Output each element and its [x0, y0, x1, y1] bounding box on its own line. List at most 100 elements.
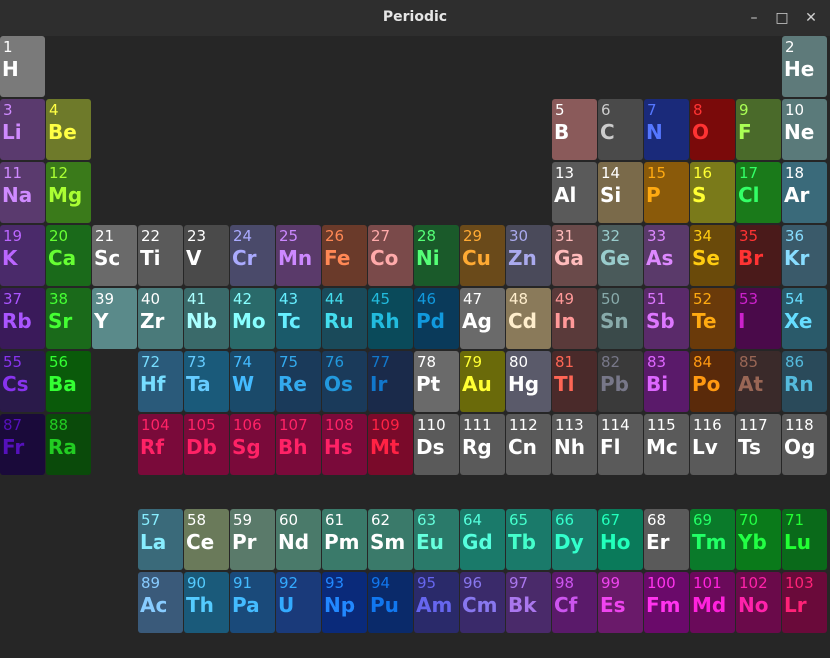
element-tile-at[interactable]: 85 At — [736, 351, 781, 412]
element-tile-h[interactable]: 1H — [0, 36, 45, 97]
element-tile-rf[interactable]: 104 Rf — [138, 414, 183, 475]
element-tile-mt[interactable]: 109 Mt — [368, 414, 413, 475]
element-tile-al[interactable]: 13 Al — [552, 162, 597, 223]
element-tile-zr[interactable]: 40 Zr — [138, 288, 183, 349]
element-tile-hs[interactable]: 108 Hs — [322, 414, 367, 475]
element-tile-am[interactable]: 95 Am — [414, 571, 459, 633]
element-tile-b[interactable]: 5B — [552, 99, 597, 160]
element-tile-ni[interactable]: 28 Ni — [414, 225, 459, 286]
element-tile-cn[interactable]: 112 Cn — [506, 414, 551, 475]
element-tile-xe[interactable]: 54 Xe — [782, 288, 827, 349]
element-tile-cu[interactable]: 29 Cu — [460, 225, 505, 286]
element-tile-ge[interactable]: 32 Ge — [598, 225, 643, 286]
element-tile-hf[interactable]: 72 Hf — [138, 351, 183, 412]
element-tile-no[interactable]: 102 No — [736, 571, 781, 633]
element-tile-te[interactable]: 52 Te — [690, 288, 735, 349]
element-tile-ce[interactable]: 58 Ce — [184, 508, 229, 570]
element-tile-n[interactable]: 7N — [644, 99, 689, 160]
element-tile-sb[interactable]: 51 Sb — [644, 288, 689, 349]
element-tile-co[interactable]: 27 Co — [368, 225, 413, 286]
element-tile-ti[interactable]: 22 Ti — [138, 225, 183, 286]
element-tile-he[interactable]: 2 He — [782, 36, 827, 97]
element-tile-fl[interactable]: 114 Fl — [598, 414, 643, 475]
element-tile-nh[interactable]: 113 Nh — [552, 414, 597, 475]
element-tile-db[interactable]: 105 Db — [184, 414, 229, 475]
maximize-icon[interactable]: □ — [772, 8, 792, 28]
element-tile-pd[interactable]: 46 Pd — [414, 288, 459, 349]
element-tile-pm[interactable]: 61 Pm — [322, 508, 367, 570]
element-tile-fm[interactable]: 100 Fm — [644, 571, 689, 633]
element-tile-as[interactable]: 33 As — [644, 225, 689, 286]
element-tile-li[interactable]: 3 Li — [0, 99, 45, 160]
element-tile-sg[interactable]: 106 Sg — [230, 414, 275, 475]
element-tile-se[interactable]: 34 Se — [690, 225, 735, 286]
element-tile-bi[interactable]: 83 Bi — [644, 351, 689, 412]
element-tile-np[interactable]: 93 Np — [322, 571, 367, 633]
element-tile-mn[interactable]: 25 Mn — [276, 225, 321, 286]
element-tile-ts[interactable]: 117 Ts — [736, 414, 781, 475]
element-tile-i[interactable]: 53 I — [736, 288, 781, 349]
element-tile-k[interactable]: 19 K — [0, 225, 45, 286]
element-tile-fr[interactable]: 87 Fr — [0, 414, 45, 475]
element-tile-la[interactable]: 57 La — [138, 508, 183, 570]
element-tile-lv[interactable]: 116 Lv — [690, 414, 735, 475]
element-tile-yb[interactable]: 70 Yb — [736, 508, 781, 570]
element-tile-gd[interactable]: 64 Gd — [460, 508, 505, 570]
element-tile-po[interactable]: 84 Po — [690, 351, 735, 412]
element-tile-nb[interactable]: 41 Nb — [184, 288, 229, 349]
element-tile-cd[interactable]: 48 Cd — [506, 288, 551, 349]
element-tile-zn[interactable]: 30 Zn — [506, 225, 551, 286]
element-tile-os[interactable]: 76 Os — [322, 351, 367, 412]
element-tile-lr[interactable]: 103 Lr — [782, 571, 827, 633]
element-tile-cf[interactable]: 98 Cf — [552, 571, 597, 633]
element-tile-w[interactable]: 74 W — [230, 351, 275, 412]
element-tile-pr[interactable]: 59 Pr — [230, 508, 275, 570]
minimize-icon[interactable]: – — [744, 8, 764, 28]
element-tile-sc[interactable]: 21 Sc — [92, 225, 137, 286]
element-tile-y[interactable]: 39 Y — [92, 288, 137, 349]
element-tile-tb[interactable]: 65 Tb — [506, 508, 551, 570]
element-tile-tm[interactable]: 69 Tm — [690, 508, 735, 570]
element-tile-ca[interactable]: 20 Ca — [46, 225, 91, 286]
element-tile-ba[interactable]: 56 Ba — [46, 351, 91, 412]
element-tile-mg[interactable]: 12 Mg — [46, 162, 91, 223]
element-tile-be[interactable]: 4 Be — [46, 99, 91, 160]
element-tile-nd[interactable]: 60 Nd — [276, 508, 321, 570]
element-tile-es[interactable]: 99 Es — [598, 571, 643, 633]
element-tile-th[interactable]: 90 Th — [184, 571, 229, 633]
element-tile-ag[interactable]: 47 Ag — [460, 288, 505, 349]
element-tile-ne[interactable]: 10 Ne — [782, 99, 827, 160]
element-tile-f[interactable]: 9F — [736, 99, 781, 160]
element-tile-fe[interactable]: 26 Fe — [322, 225, 367, 286]
element-tile-rg[interactable]: 111 Rg — [460, 414, 505, 475]
element-tile-cs[interactable]: 55 Cs — [0, 351, 45, 412]
element-tile-cl[interactable]: 17 Cl — [736, 162, 781, 223]
element-tile-u[interactable]: 92 U — [276, 571, 321, 633]
element-tile-si[interactable]: 14 Si — [598, 162, 643, 223]
element-tile-bh[interactable]: 107 Bh — [276, 414, 321, 475]
element-tile-pu[interactable]: 94 Pu — [368, 571, 413, 633]
element-tile-lu[interactable]: 71 Lu — [782, 508, 827, 570]
element-tile-cr[interactable]: 24 Cr — [230, 225, 275, 286]
element-tile-ru[interactable]: 44 Ru — [322, 288, 367, 349]
element-tile-sn[interactable]: 50 Sn — [598, 288, 643, 349]
element-tile-ho[interactable]: 67 Ho — [598, 508, 643, 570]
element-tile-eu[interactable]: 63 Eu — [414, 508, 459, 570]
element-tile-ir[interactable]: 77 Ir — [368, 351, 413, 412]
element-tile-sm[interactable]: 62 Sm — [368, 508, 413, 570]
element-tile-kr[interactable]: 36 Kr — [782, 225, 827, 286]
element-tile-s[interactable]: 16 S — [690, 162, 735, 223]
element-tile-rn[interactable]: 86 Rn — [782, 351, 827, 412]
element-tile-c[interactable]: 6C — [598, 99, 643, 160]
element-tile-p[interactable]: 15 P — [644, 162, 689, 223]
element-tile-og[interactable]: 118 Og — [782, 414, 827, 475]
element-tile-ra[interactable]: 88 Ra — [46, 414, 91, 475]
element-tile-br[interactable]: 35 Br — [736, 225, 781, 286]
element-tile-o[interactable]: 8O — [690, 99, 735, 160]
element-tile-hg[interactable]: 80 Hg — [506, 351, 551, 412]
element-tile-ds[interactable]: 110 Ds — [414, 414, 459, 475]
element-tile-na[interactable]: 11 Na — [0, 162, 45, 223]
element-tile-re[interactable]: 75 Re — [276, 351, 321, 412]
element-tile-ta[interactable]: 73 Ta — [184, 351, 229, 412]
element-tile-tl[interactable]: 81 Tl — [552, 351, 597, 412]
